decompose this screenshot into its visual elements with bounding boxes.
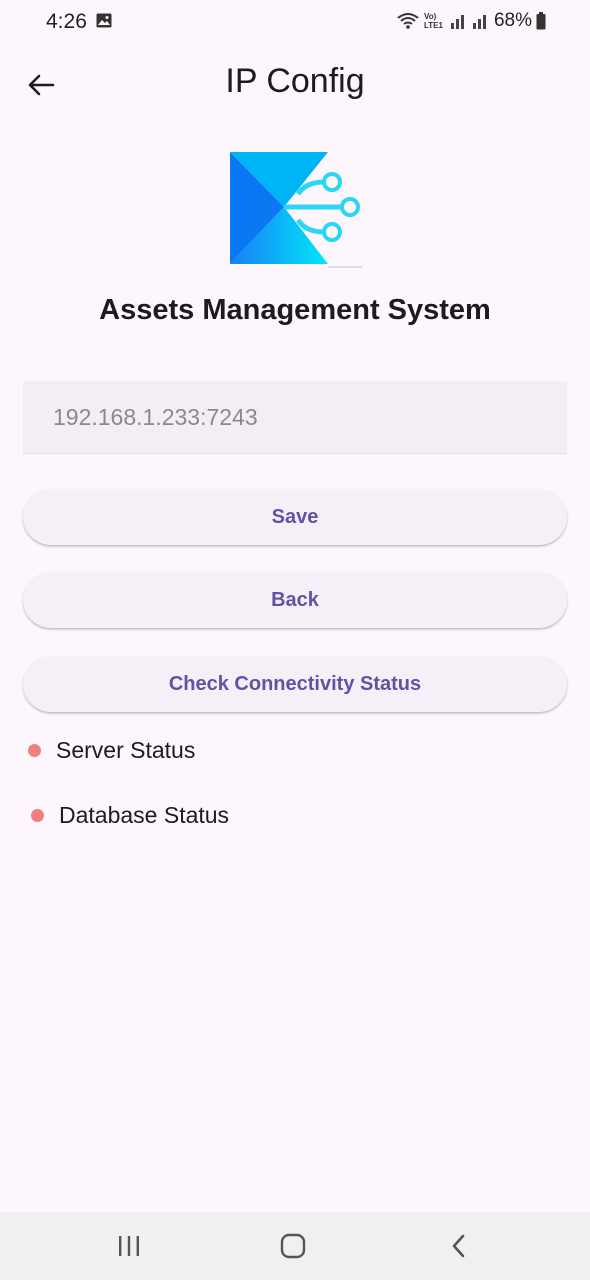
recent-apps-icon[interactable] [116, 1232, 142, 1260]
network-type-label: Vo) LTE1 [423, 12, 443, 30]
battery-percent: 68% [493, 10, 532, 31]
home-icon[interactable] [280, 1232, 306, 1260]
status-bar: 4:26 Vo) LTE1 68% [0, 0, 590, 46]
status-time: 4:26 [46, 10, 87, 33]
gallery-notification-icon [96, 13, 112, 28]
signal-icon-1 [450, 15, 464, 29]
app-name-heading: Assets Management System [99, 294, 491, 326]
ip-address-field [23, 381, 567, 454]
system-nav-bar [0, 1212, 590, 1280]
page-title: IP Config [225, 62, 365, 100]
system-back-icon[interactable] [448, 1232, 468, 1260]
back-button[interactable]: Back [23, 572, 567, 628]
ip-address-input[interactable] [23, 381, 567, 453]
server-status-label: Server Status [56, 737, 196, 763]
app-bar: IP Config [0, 50, 590, 120]
server-status-indicator [28, 744, 41, 757]
battery-icon [536, 12, 546, 30]
status-right-group: Vo) LTE1 68% [396, 10, 546, 32]
database-status-indicator [31, 809, 44, 822]
signal-icon-2 [472, 15, 486, 29]
save-button[interactable]: Save [23, 489, 567, 545]
check-connectivity-button[interactable]: Check Connectivity Status [23, 656, 567, 712]
server-status-row: Server Status [28, 737, 195, 764]
app-logo [230, 152, 362, 268]
wifi-icon [397, 13, 419, 29]
database-status-label: Database Status [59, 802, 230, 828]
database-status-row: Database Status [31, 802, 229, 829]
